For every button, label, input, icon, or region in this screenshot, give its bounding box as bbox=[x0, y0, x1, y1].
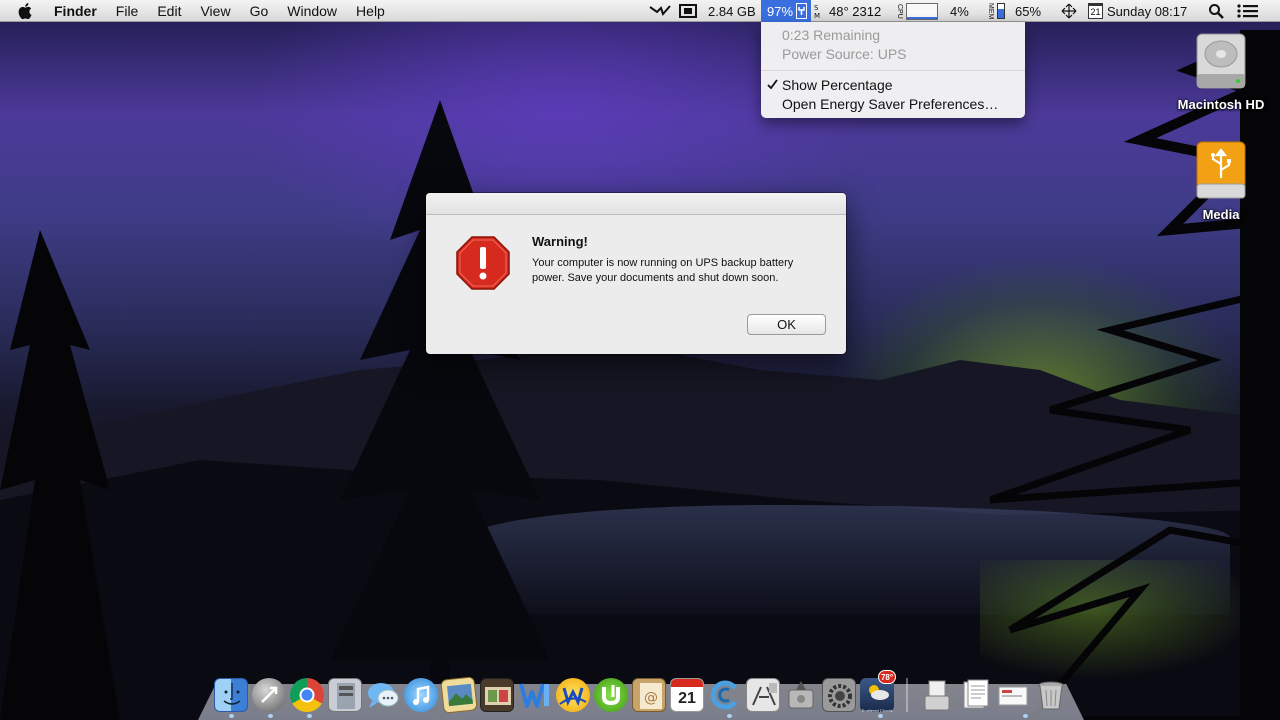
dock-trash-icon[interactable] bbox=[1034, 678, 1068, 712]
menu-separator bbox=[761, 70, 1025, 71]
dock-preview-icon[interactable] bbox=[440, 676, 478, 714]
dock-weather-icon[interactable]: 78° Scattered Clouds bbox=[860, 670, 896, 713]
stop-sign-icon bbox=[456, 236, 510, 295]
dock-mail-stack-icon[interactable] bbox=[996, 678, 1030, 712]
dock-running-indicator bbox=[878, 714, 883, 718]
dock-documents-stack-icon[interactable] bbox=[920, 678, 954, 712]
crane-status-icon[interactable] bbox=[649, 0, 671, 22]
dock-running-indicator bbox=[307, 714, 312, 718]
cpu-graph[interactable] bbox=[906, 0, 938, 22]
dock-calendar-day: 21 bbox=[678, 690, 696, 707]
desktop-icon-label: Media bbox=[1202, 207, 1240, 222]
apple-menu-icon[interactable] bbox=[18, 2, 38, 19]
dock-file-editor-icon[interactable] bbox=[746, 678, 780, 712]
power-source: Power Source: UPS bbox=[782, 46, 907, 62]
svg-text:@: @ bbox=[644, 690, 658, 706]
dock-itunes-icon[interactable] bbox=[404, 678, 438, 712]
dock-system-preferences-icon[interactable] bbox=[822, 678, 856, 712]
dialog-title: Warning! bbox=[532, 234, 588, 249]
menu-finder[interactable]: Finder bbox=[54, 3, 97, 19]
mem-percent[interactable]: 65% bbox=[1015, 0, 1041, 22]
hard-drive-icon bbox=[1176, 30, 1266, 95]
dock-downloads-stack-icon[interactable] bbox=[958, 678, 992, 712]
menu-edit[interactable]: Edit bbox=[157, 3, 181, 19]
dock-address-book-icon[interactable]: @ bbox=[632, 678, 666, 712]
svg-text:M: M bbox=[814, 12, 820, 19]
temperature-readout[interactable]: 48° 2312 bbox=[829, 0, 881, 22]
mem-label: MEM bbox=[987, 0, 994, 22]
dock-word-icon[interactable] bbox=[518, 678, 552, 712]
dock-wireshark-icon[interactable] bbox=[556, 678, 590, 712]
battery-menu: 0:23 Remaining Power Source: UPS Show Pe… bbox=[761, 22, 1025, 118]
dock-photo-booth-icon[interactable] bbox=[480, 678, 514, 712]
dock-finder-icon[interactable] bbox=[214, 678, 248, 712]
battery-percent: 97% bbox=[767, 3, 794, 19]
svg-text:S: S bbox=[814, 4, 819, 12]
notification-center-icon[interactable] bbox=[1237, 0, 1259, 22]
battery-plug-icon bbox=[796, 3, 808, 19]
pine-tree-left bbox=[0, 230, 120, 720]
weather-caption: Scattered Clouds bbox=[861, 709, 893, 713]
menu-items: Finder File Edit View Go Window Help bbox=[54, 3, 404, 19]
dock: @ 21 78° Scattered Clouds bbox=[214, 670, 1072, 714]
menu-file[interactable]: File bbox=[116, 3, 139, 19]
menu-go[interactable]: Go bbox=[250, 3, 269, 19]
calendar-status-icon[interactable]: 21 bbox=[1088, 0, 1103, 22]
battery-status[interactable]: 97% bbox=[761, 0, 811, 22]
memory-free[interactable]: 2.84 GB bbox=[708, 0, 756, 22]
memory-chip-icon[interactable] bbox=[678, 0, 698, 22]
branches-right bbox=[990, 30, 1280, 720]
desktop-icon-label: Macintosh HD bbox=[1177, 97, 1265, 112]
show-percentage-item[interactable]: Show Percentage bbox=[782, 77, 893, 93]
dock-running-indicator bbox=[1023, 714, 1028, 718]
cpu-label: CPU bbox=[896, 0, 903, 22]
ups-warning-dialog: Warning! Your computer is now running on… bbox=[426, 193, 846, 354]
dock-messages-icon[interactable] bbox=[366, 678, 400, 712]
dock-separator bbox=[906, 678, 908, 712]
mem-label-text: MEM bbox=[987, 2, 994, 20]
usb-drive-icon bbox=[1176, 140, 1266, 205]
dialog-titlebar bbox=[426, 193, 846, 215]
temperature-icon[interactable]: SM bbox=[814, 0, 824, 22]
clock[interactable]: Sunday 08:17 bbox=[1107, 0, 1187, 22]
dock-calendar-icon[interactable]: 21 bbox=[670, 678, 704, 712]
checkmark-icon bbox=[767, 77, 778, 93]
menu-help[interactable]: Help bbox=[356, 3, 385, 19]
dock-launchpad-icon[interactable] bbox=[252, 678, 286, 712]
dock-disk-utility-icon[interactable] bbox=[784, 678, 818, 712]
dock-cloud-app-icon[interactable] bbox=[708, 678, 742, 712]
weather-badge: 78° bbox=[878, 670, 896, 684]
network-arrows-icon[interactable] bbox=[1061, 0, 1077, 22]
desktop-icon-macintosh-hd[interactable]: Macintosh HD bbox=[1176, 30, 1266, 112]
dock-running-indicator bbox=[268, 714, 273, 718]
energy-saver-item[interactable]: Open Energy Saver Preferences… bbox=[782, 96, 998, 112]
spotlight-search-icon[interactable] bbox=[1208, 0, 1224, 22]
dock-utorrent-icon[interactable] bbox=[594, 678, 628, 712]
battery-remaining: 0:23 Remaining bbox=[782, 27, 881, 43]
menu-view[interactable]: View bbox=[200, 3, 230, 19]
dock-chrome-icon[interactable] bbox=[290, 678, 324, 712]
ok-button[interactable]: OK bbox=[747, 314, 826, 335]
desktop-icon-media[interactable]: Media bbox=[1176, 140, 1266, 222]
cpu-label-text: CPU bbox=[896, 3, 903, 19]
mem-bar[interactable] bbox=[997, 0, 1005, 22]
dock-mail-stamp-icon[interactable] bbox=[328, 678, 362, 712]
menu-window[interactable]: Window bbox=[287, 3, 337, 19]
dialog-message: Your computer is now running on UPS back… bbox=[532, 257, 794, 284]
calendar-status-day: 21 bbox=[1088, 3, 1103, 19]
dock-running-indicator bbox=[229, 714, 234, 718]
cpu-percent[interactable]: 4% bbox=[950, 0, 969, 22]
dock-running-indicator bbox=[727, 714, 732, 718]
